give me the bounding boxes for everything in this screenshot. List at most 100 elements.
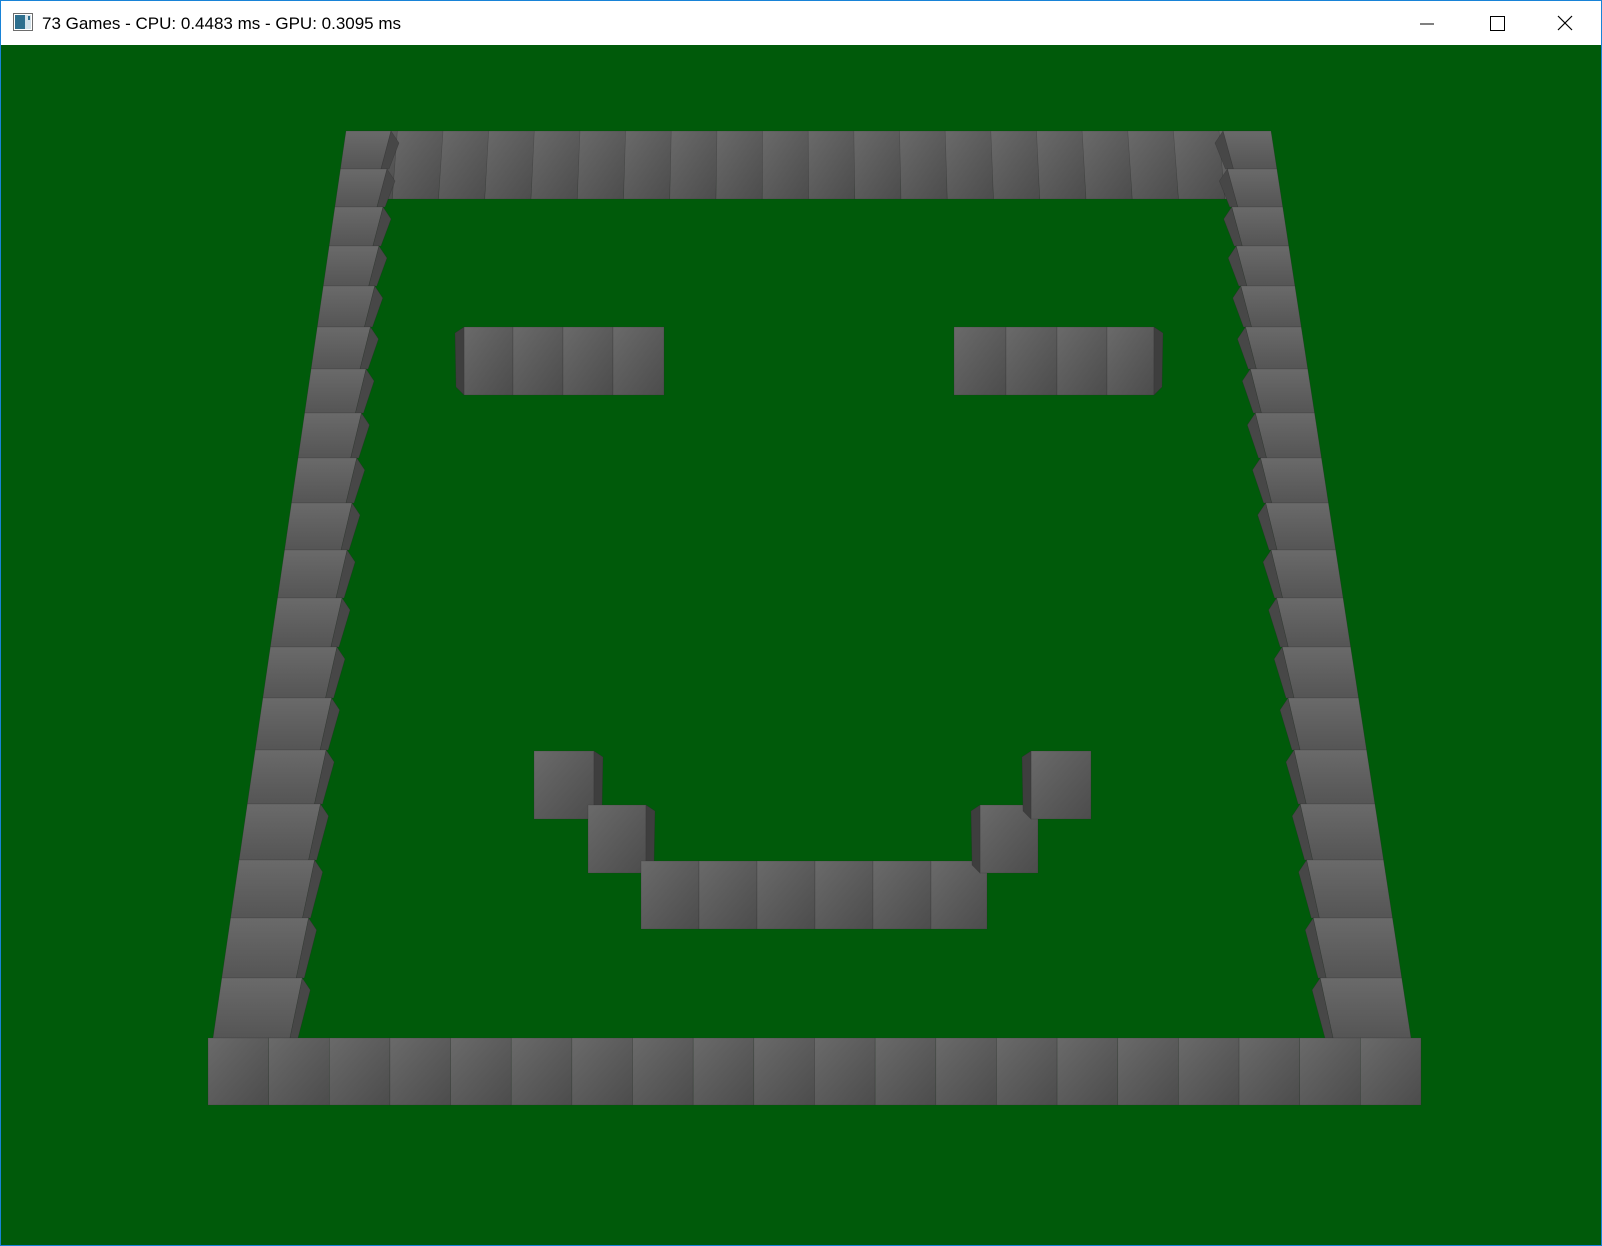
- block-face: [450, 1037, 512, 1106]
- block: [814, 860, 874, 930]
- block-face: [389, 1037, 451, 1106]
- block: [1262, 549, 1344, 599]
- block: [1127, 130, 1179, 200]
- block-face: [692, 1037, 755, 1106]
- block: [334, 168, 396, 208]
- game-window: 73 Games - CPU: 0.4483 ms - GPU: 0.3095 …: [0, 0, 1602, 1246]
- block: [268, 1037, 330, 1106]
- block: [1081, 130, 1133, 200]
- block: [761, 130, 810, 200]
- block: [990, 130, 1041, 200]
- block: [1257, 502, 1337, 551]
- block: [1279, 697, 1367, 751]
- block: [238, 803, 329, 861]
- close-icon: [1557, 15, 1573, 31]
- block: [284, 502, 361, 551]
- block: [872, 860, 932, 930]
- block-face: [698, 860, 758, 930]
- block: [623, 130, 673, 200]
- block: [450, 1037, 512, 1106]
- block-face: [238, 803, 321, 861]
- block: [1021, 750, 1092, 820]
- block-side: [970, 804, 981, 874]
- block: [1238, 1037, 1300, 1106]
- block: [1232, 285, 1302, 328]
- block: [322, 245, 388, 287]
- block: [1247, 412, 1322, 459]
- block: [632, 1037, 694, 1106]
- block-face: [814, 1037, 876, 1106]
- block-face: [853, 130, 902, 200]
- block: [454, 326, 514, 396]
- block-face: [571, 1037, 633, 1106]
- block-face: [484, 130, 536, 200]
- block: [1304, 917, 1403, 979]
- block-face: [761, 130, 810, 200]
- block: [692, 1037, 755, 1106]
- block-face: [297, 412, 362, 459]
- block-face: [463, 326, 514, 396]
- app-window-icon: [13, 13, 33, 31]
- block: [669, 130, 718, 200]
- block-face: [207, 1037, 269, 1106]
- block: [1241, 368, 1315, 414]
- block: [944, 130, 994, 200]
- block: [1298, 859, 1393, 919]
- block: [935, 1037, 997, 1106]
- block-face: [874, 1037, 937, 1106]
- block: [512, 326, 564, 396]
- block: [1005, 326, 1058, 396]
- block-face: [1299, 803, 1384, 861]
- block: [389, 1037, 451, 1106]
- block-face: [1319, 977, 1412, 1039]
- block-face: [996, 1037, 1058, 1106]
- block: [1219, 168, 1284, 208]
- block-face: [1106, 326, 1155, 396]
- block: [1227, 245, 1296, 287]
- block-face: [269, 597, 343, 648]
- block: [612, 326, 665, 396]
- window-title: 73 Games - CPU: 0.4483 ms - GPU: 0.3095 …: [42, 14, 402, 33]
- block-face: [1005, 326, 1058, 396]
- block-face: [512, 326, 564, 396]
- game-viewport[interactable]: [1, 45, 1601, 1245]
- title-bar[interactable]: 73 Games - CPU: 0.4483 ms - GPU: 0.3095 …: [1, 1, 1601, 45]
- block-face: [1081, 130, 1133, 200]
- block: [328, 206, 392, 247]
- maximize-button[interactable]: [1463, 1, 1533, 45]
- block: [530, 130, 581, 200]
- block-face: [587, 804, 647, 874]
- block-face: [1254, 412, 1322, 459]
- block-face: [1293, 749, 1376, 805]
- block-face: [715, 130, 764, 200]
- block: [262, 646, 346, 699]
- wall-left-column: [212, 130, 400, 1039]
- block-face: [291, 457, 358, 504]
- right-eye-blocks: [953, 326, 1164, 396]
- block: [269, 597, 351, 648]
- block-face: [533, 750, 595, 820]
- minimize-button[interactable]: [1393, 1, 1463, 45]
- block-face: [1030, 750, 1092, 820]
- block: [328, 1037, 391, 1106]
- block-face: [1117, 1037, 1179, 1106]
- block-face: [1281, 646, 1359, 699]
- block-face: [1056, 1037, 1119, 1106]
- block: [1036, 130, 1087, 200]
- block: [1178, 1037, 1240, 1106]
- block: [814, 1037, 876, 1106]
- block: [277, 549, 356, 599]
- block: [1106, 326, 1164, 396]
- block-face: [990, 130, 1041, 200]
- block: [715, 130, 764, 200]
- close-button[interactable]: [1531, 1, 1601, 45]
- block: [340, 130, 400, 170]
- block: [510, 1037, 573, 1106]
- block-face: [872, 860, 932, 930]
- block: [807, 130, 856, 200]
- block-face: [1265, 502, 1337, 551]
- block-face: [1360, 1037, 1422, 1106]
- block-face: [814, 860, 874, 930]
- block: [756, 860, 816, 930]
- block-face: [212, 977, 303, 1039]
